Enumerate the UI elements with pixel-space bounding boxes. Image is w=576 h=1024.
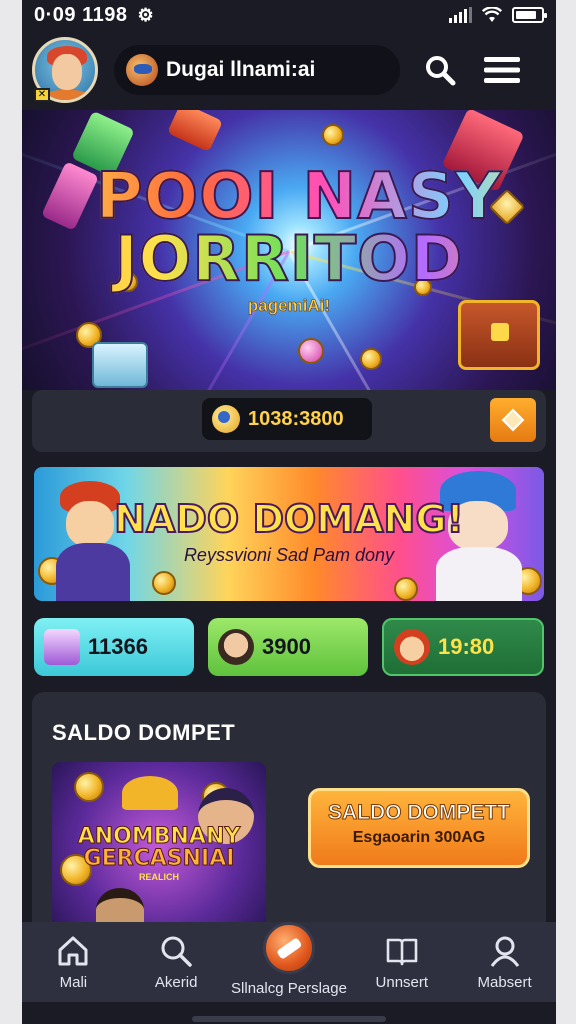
- nav-label: Mali: [59, 974, 88, 991]
- nav-label: Sllnalcg Perslage: [231, 980, 347, 997]
- nav-item-profile[interactable]: Mabsert: [455, 922, 555, 991]
- coin-icon: [360, 348, 382, 370]
- username: Dugai llnami:ai: [166, 58, 316, 81]
- nav-label: Unnsert: [375, 974, 429, 991]
- promo-subtitle: Reyssvioni Sad Pam dony: [183, 545, 395, 565]
- balance-bar: 1038:3800: [32, 390, 546, 452]
- promo-title: NADO DOMANG!: [113, 496, 465, 542]
- wallet-button[interactable]: SALDO DOMPETT Esgaoarin 300AG: [308, 788, 530, 868]
- player-badge-icon: [126, 54, 158, 86]
- left-margin: [0, 0, 22, 1024]
- username-pill[interactable]: Dugai llnami:ai: [114, 45, 400, 95]
- settings-status-icon: ⚙: [137, 4, 154, 25]
- level-badge-icon: ✕: [34, 88, 50, 102]
- avatar-icon: [394, 629, 430, 665]
- nav-item-book[interactable]: Unnsert: [352, 922, 452, 991]
- search-button[interactable]: [418, 48, 462, 92]
- diamond-icon: [501, 408, 525, 432]
- add-balance-button[interactable]: [490, 398, 536, 442]
- bottom-nav: Mali Akerid Sllnalcg Perslage Unnsert Ma…: [22, 922, 556, 1002]
- gem-icon: [166, 110, 224, 153]
- signal-icon: [449, 7, 472, 23]
- art-text-line3: REALICH: [139, 872, 179, 882]
- nav-label: Mabsert: [477, 974, 532, 991]
- app-screen: 0·09 1198 ⚙ Dugai llnami:ai ✕ POOI NASY …: [22, 0, 556, 1024]
- miner-character-icon: [122, 776, 178, 810]
- coin-icon: [212, 405, 240, 433]
- nav-item-home[interactable]: Mali: [23, 922, 123, 991]
- wifi-icon: [482, 7, 502, 22]
- wallet-button-sublabel: Esgaoarin 300AG: [352, 829, 486, 846]
- balance-display[interactable]: 1038:3800: [202, 398, 372, 440]
- stat-card-time[interactable]: 19:80: [382, 618, 544, 676]
- menu-button[interactable]: [480, 48, 524, 92]
- home-indicator[interactable]: [192, 1016, 386, 1022]
- stat-value: 3900: [262, 634, 311, 659]
- stat-card-friends[interactable]: 3900: [208, 618, 368, 676]
- nav-item-search[interactable]: Akerid: [126, 922, 226, 991]
- balance-amount: 1038:3800: [248, 407, 344, 430]
- book-icon: [386, 938, 418, 966]
- battery-icon: [512, 7, 547, 23]
- search-icon: [161, 936, 192, 967]
- coin-icon: [152, 571, 176, 595]
- hero-banner[interactable]: POOI NASY JORRITOD pagemiAi!: [22, 110, 556, 390]
- hamburger-icon: [484, 57, 520, 83]
- coin-icon: [394, 577, 418, 601]
- stat-card-gifts[interactable]: 11366: [34, 618, 194, 676]
- wallet-section: SALDO DOMPET ANOMBNANY GERCASNIAI REALIC…: [32, 692, 546, 932]
- search-icon: [426, 56, 456, 86]
- hero-title-line2: JORRITOD: [22, 221, 556, 296]
- coin-icon: [74, 772, 104, 802]
- token-icon: [298, 338, 324, 364]
- battery-level: [516, 11, 537, 19]
- avatar-icon: [218, 629, 254, 665]
- coin-icon: [322, 124, 344, 146]
- stat-value: 19:80: [438, 634, 495, 659]
- app-header: Dugai llnami:ai: [22, 34, 556, 106]
- wallet-title: SALDO DOMPET: [52, 720, 236, 745]
- status-bar: 0·09 1198 ⚙: [22, 0, 556, 30]
- promo-banner[interactable]: NADO DOMANG! Reyssvioni Sad Pam dony: [34, 467, 544, 601]
- wallet-promo-image[interactable]: ANOMBNANY GERCASNIAI REALICH: [52, 762, 266, 932]
- art-text-line2: GERCASNIAI: [83, 846, 235, 872]
- status-time: 0·09 1198: [34, 3, 128, 26]
- ticket-icon: [262, 922, 315, 974]
- home-icon: [58, 936, 88, 966]
- nav-label: Akerid: [154, 974, 198, 991]
- gift-icon: [44, 629, 80, 665]
- wallet-button-label: SALDO DOMPETT: [328, 801, 511, 825]
- gift-box-icon: [92, 342, 148, 388]
- stat-value: 11366: [88, 634, 148, 659]
- profile-icon: [490, 936, 519, 967]
- treasure-chest-icon: [458, 300, 540, 370]
- nav-item-center[interactable]: Sllnalcg Perslage: [229, 922, 349, 997]
- right-margin: [554, 0, 576, 1024]
